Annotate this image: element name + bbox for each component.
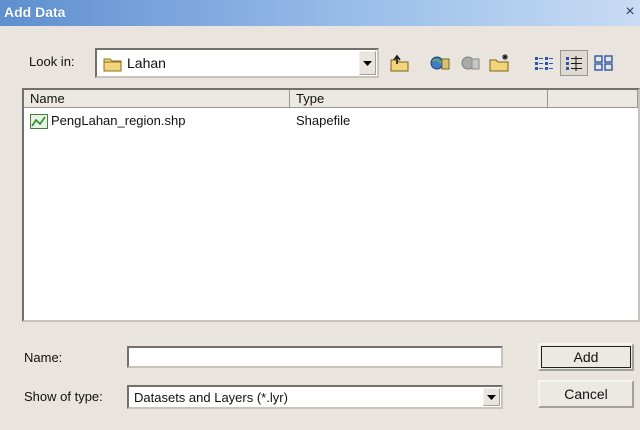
connect-folder-button[interactable] xyxy=(426,50,454,76)
name-input[interactable] xyxy=(127,346,503,368)
name-label: Name: xyxy=(24,350,63,365)
disconnect-folder-button[interactable] xyxy=(456,50,484,76)
column-header-name[interactable]: Name xyxy=(24,90,290,108)
thumbnails-view-icon xyxy=(594,55,613,71)
show-of-type-value: Datasets and Layers (*.lyr) xyxy=(134,390,288,405)
list-item[interactable]: PengLahan_region.shp Shapefile xyxy=(28,112,588,132)
file-type: Shapefile xyxy=(296,113,351,128)
up-one-level-button[interactable] xyxy=(386,50,414,76)
look-in-value: Lahan xyxy=(127,55,166,71)
new-folder-button[interactable] xyxy=(486,50,514,76)
details-view-button[interactable] xyxy=(560,50,588,76)
chevron-down-icon xyxy=(487,394,496,400)
show-of-type-dropdown[interactable]: Datasets and Layers (*.lyr) xyxy=(127,385,503,409)
up-one-level-icon xyxy=(390,54,409,72)
file-name: PengLahan_region.shp xyxy=(51,113,186,128)
show-of-type-label: Show of type: xyxy=(24,389,103,404)
column-header-type[interactable]: Type xyxy=(290,90,548,108)
thumbnails-view-button[interactable] xyxy=(590,50,618,76)
chevron-down-icon xyxy=(363,60,372,66)
disconnect-folder-icon xyxy=(461,56,480,70)
window-title: Add Data xyxy=(4,4,66,20)
show-of-type-dropdown-arrow[interactable] xyxy=(483,388,500,406)
title-bar[interactable]: Add Data × xyxy=(0,0,640,26)
connect-folder-icon xyxy=(430,56,450,70)
shapefile-icon xyxy=(30,114,48,132)
file-list[interactable]: Name Type PengLahan_region.shp Shapefile xyxy=(22,88,640,322)
look-in-dropdown[interactable]: Lahan xyxy=(95,48,379,78)
list-view-button[interactable] xyxy=(530,50,558,76)
cancel-button[interactable]: Cancel xyxy=(538,380,634,408)
new-folder-icon xyxy=(489,54,509,72)
look-in-label: Look in: xyxy=(29,54,75,69)
folder-icon xyxy=(103,56,123,75)
list-view-icon xyxy=(535,57,553,70)
look-in-dropdown-arrow[interactable] xyxy=(359,51,376,75)
column-header-empty xyxy=(548,90,638,108)
add-button[interactable]: Add xyxy=(538,343,634,371)
close-icon[interactable]: × xyxy=(622,3,638,21)
details-view-icon xyxy=(566,56,582,71)
